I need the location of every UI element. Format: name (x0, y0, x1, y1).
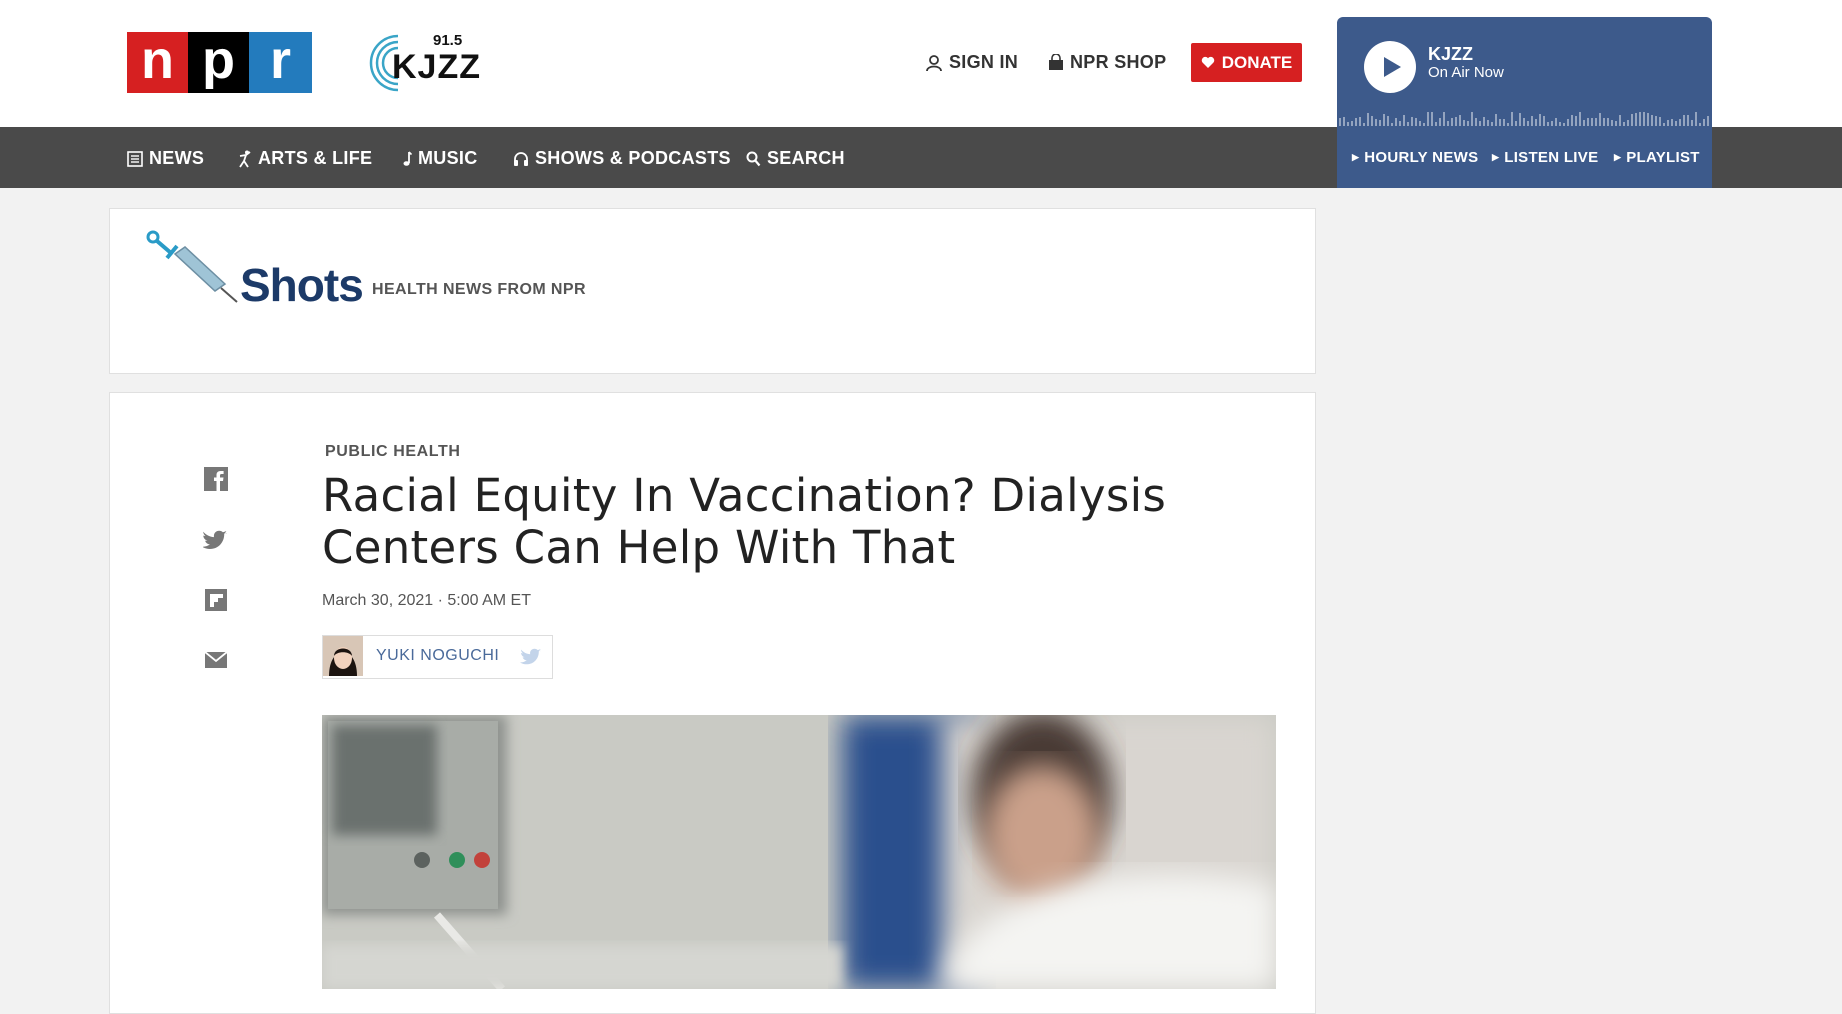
author-avatar[interactable] (323, 636, 363, 676)
npr-shop-label: NPR SHOP (1070, 52, 1167, 72)
nav-shows-podcasts[interactable]: SHOWS & PODCASTS (513, 148, 731, 169)
station-name: KJZZ (392, 48, 481, 86)
newspaper-icon (127, 150, 143, 167)
nav-arts-life[interactable]: ARTS & LIFE (238, 148, 372, 169)
user-icon (926, 54, 942, 71)
nav-arts-life-label: ARTS & LIFE (258, 148, 373, 168)
nav-search[interactable]: SEARCH (746, 148, 845, 169)
dancer-icon (239, 150, 251, 167)
headline-line-1: Racial Equity In Vaccination? Dialysis (322, 469, 1167, 522)
hero-image-scene (322, 715, 1276, 989)
syringe-icon[interactable] (145, 228, 245, 304)
hero-image (322, 715, 1276, 989)
triangle-right-icon: ▶ (1352, 152, 1360, 162)
npr-shop-link[interactable]: NPR SHOP (1048, 52, 1166, 73)
nav-music[interactable]: MUSIC (402, 148, 478, 169)
twitter-icon[interactable] (203, 527, 229, 553)
sign-in-link[interactable]: SIGN IN (925, 52, 1018, 73)
nav-news-label: NEWS (149, 148, 205, 168)
donate-label: DONATE (1221, 52, 1293, 72)
nav-search-label: SEARCH (767, 148, 845, 168)
hourly-news-label: HOURLY NEWS (1364, 149, 1479, 166)
article-headline: Racial Equity In Vaccination? Dialysis C… (322, 470, 1222, 574)
search-icon (746, 151, 761, 166)
article-category[interactable]: PUBLIC HEALTH (325, 443, 461, 461)
author-twitter-icon[interactable] (520, 648, 542, 667)
email-icon[interactable] (203, 647, 229, 673)
playlist-link[interactable]: ▶ PLAYLIST (1614, 149, 1700, 166)
listen-live-label: LISTEN LIVE (1504, 149, 1599, 166)
listen-live-link[interactable]: ▶ LISTEN LIVE (1492, 149, 1598, 166)
author-name-link[interactable]: YUKI NOGUCHI (376, 647, 499, 665)
section-tagline: HEALTH NEWS FROM NPR (372, 281, 586, 298)
triangle-right-icon: ▶ (1614, 152, 1622, 162)
donate-button[interactable]: DONATE (1191, 43, 1302, 82)
headline-line-2: Centers Can Help With That (322, 521, 956, 574)
author-photo (323, 636, 363, 676)
npr-logo-n: n (127, 32, 188, 93)
nav-music-label: MUSIC (418, 148, 478, 168)
triangle-right-icon: ▶ (1492, 152, 1500, 162)
playlist-label: PLAYLIST (1626, 149, 1700, 166)
npr-logo-p: p (188, 32, 249, 93)
shopping-bag-icon (1049, 54, 1063, 70)
section-logo-text[interactable]: Shots (240, 258, 364, 312)
play-button[interactable] (1364, 41, 1416, 93)
nav-news[interactable]: NEWS (127, 148, 204, 169)
audio-waveform-icon (1339, 112, 1709, 126)
music-note-icon (403, 150, 412, 166)
player-station-name: KJZZ (1428, 44, 1473, 64)
article-dateline: March 30, 2021 · 5:00 AM ET (322, 592, 531, 609)
player-status: On Air Now (1428, 64, 1504, 81)
facebook-icon[interactable] (203, 466, 229, 492)
flipboard-icon[interactable] (203, 587, 229, 613)
heart-icon (1201, 56, 1214, 68)
headphones-icon (514, 151, 528, 166)
nav-shows-podcasts-label: SHOWS & PODCASTS (535, 148, 731, 168)
npr-logo-r: r (249, 32, 312, 93)
play-icon (1384, 57, 1401, 77)
sign-in-label: SIGN IN (949, 52, 1019, 72)
hourly-news-link[interactable]: ▶ HOURLY NEWS (1352, 149, 1478, 166)
station-frequency: 91.5 (433, 32, 463, 49)
station-logo[interactable]: 91.5 KJZZ (368, 30, 481, 94)
npr-logo[interactable]: n p r (127, 32, 312, 93)
